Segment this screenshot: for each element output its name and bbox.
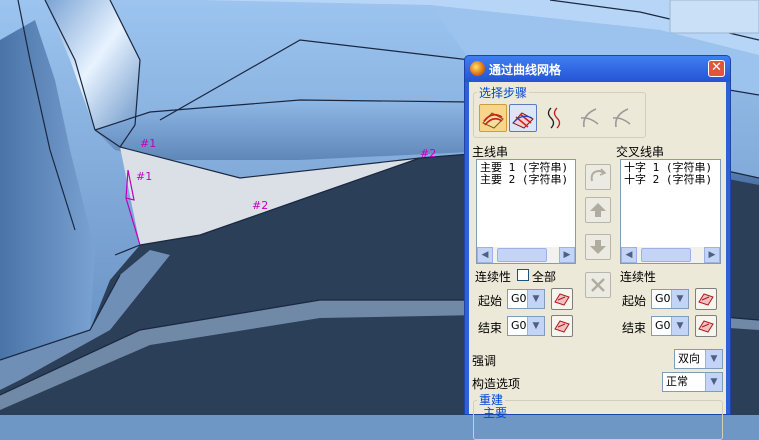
list-item[interactable]: 主要 2 (字符串)	[477, 174, 575, 186]
reverse-direction-button[interactable]	[585, 164, 611, 190]
scroll-right-icon[interactable]: ▶	[559, 247, 575, 263]
string-label-cross-2: #2	[252, 199, 268, 212]
delete-x-icon	[591, 278, 605, 292]
chevron-down-icon[interactable]: ▼	[527, 317, 544, 335]
primary-end-label: 结束	[478, 321, 503, 335]
chevron-down-icon[interactable]: ▼	[705, 373, 722, 391]
construction-options-label: 构造选项	[472, 377, 521, 391]
cross-start-value: G0	[655, 292, 671, 305]
primary-start-select[interactable]: G0 ▼	[507, 289, 545, 309]
primary-start-value: G0	[511, 292, 527, 305]
chevron-down-icon[interactable]: ▼	[705, 350, 722, 368]
spine-icon	[547, 107, 561, 129]
construction-options-select[interactable]: 正常 ▼	[662, 372, 723, 392]
list-item[interactable]: 十字 2 (字符串)	[621, 174, 720, 186]
first-face-step-button[interactable]	[575, 104, 603, 132]
cross-start-select[interactable]: G0 ▼	[651, 289, 689, 309]
rebuild-primary-label: 主要	[483, 406, 508, 420]
primary-end-value: G0	[511, 319, 527, 332]
through-curve-mesh-dialog: 通过曲线网格 ✕ 选择步骤 主线串 主要 1 (字符串) 主要 2 (字符串) …	[464, 55, 731, 440]
rotate-icon	[590, 168, 607, 182]
primary-strings-list[interactable]: 主要 1 (字符串) 主要 2 (字符串) ◀ ▶	[476, 159, 576, 264]
emphasis-value: 双向	[678, 352, 700, 365]
cross-end-value: G0	[655, 319, 671, 332]
spine-step-button[interactable]	[541, 104, 569, 132]
select-face-icon	[698, 293, 714, 306]
cross-list-hscrollbar[interactable]: ◀ ▶	[621, 247, 720, 263]
select-face-icon	[554, 293, 570, 306]
move-up-button[interactable]	[585, 197, 611, 223]
cross-strings-list[interactable]: 十字 1 (字符串) 十字 2 (字符串) ◀ ▶	[620, 159, 721, 264]
close-button[interactable]: ✕	[708, 60, 725, 77]
primary-curve-step-button[interactable]	[479, 104, 507, 132]
scroll-thumb[interactable]	[497, 248, 547, 262]
remove-button[interactable]	[585, 272, 611, 298]
dialog-body: 选择步骤 主线串 主要 1 (字符串) 主要 2 (字符串) ◀ ▶ 交叉线串 …	[469, 82, 726, 440]
dialog-title: 通过曲线网格	[489, 63, 562, 77]
chevron-down-icon[interactable]: ▼	[671, 290, 688, 308]
selection-steps-title: 选择步骤	[477, 84, 530, 101]
primary-start-face-button[interactable]	[551, 288, 573, 310]
select-face-icon	[698, 320, 714, 333]
chevron-down-icon[interactable]: ▼	[527, 290, 544, 308]
dialog-titlebar[interactable]: 通过曲线网格 ✕	[465, 56, 730, 82]
primary-curve-icon	[482, 112, 504, 129]
primary-end-face-button[interactable]	[551, 315, 573, 337]
cross-end-select[interactable]: G0 ▼	[651, 316, 689, 336]
cross-start-label: 起始	[622, 294, 647, 308]
cross-end-face-button[interactable]	[695, 315, 717, 337]
cross-start-face-button[interactable]	[695, 288, 717, 310]
all-checkbox[interactable]	[517, 269, 529, 281]
all-checkbox-label: 全部	[532, 270, 557, 284]
primary-list-hscrollbar[interactable]: ◀ ▶	[477, 247, 575, 263]
scroll-left-icon[interactable]: ◀	[477, 247, 493, 263]
cross-end-label: 结束	[622, 321, 647, 335]
primary-continuity-label: 连续性	[475, 270, 512, 284]
primary-end-select[interactable]: G0 ▼	[507, 316, 545, 336]
string-label-primary-2: #2	[420, 147, 436, 160]
string-label-cross-1: #1	[136, 170, 152, 183]
move-down-button[interactable]	[585, 234, 611, 260]
last-face-step-button[interactable]	[607, 104, 635, 132]
cross-continuity-label: 连续性	[620, 270, 657, 284]
construction-options-value: 正常	[666, 375, 688, 388]
face-constraint-icon	[580, 108, 599, 128]
cross-curve-step-button[interactable]	[509, 104, 537, 132]
arrow-up-icon	[590, 203, 606, 217]
chevron-down-icon[interactable]: ▼	[671, 317, 688, 335]
primary-start-label: 起始	[478, 294, 503, 308]
emphasis-select[interactable]: 双向 ▼	[674, 349, 723, 369]
scroll-right-icon[interactable]: ▶	[704, 247, 720, 263]
string-label-primary-1: #1	[140, 137, 156, 150]
primary-strings-label: 主线串	[472, 145, 509, 159]
app-logo-icon	[470, 61, 485, 76]
select-face-icon	[554, 320, 570, 333]
arrow-down-icon	[590, 240, 606, 254]
emphasis-label: 强调	[472, 354, 497, 368]
cross-curve-icon	[512, 112, 534, 129]
rebuild-group	[473, 400, 723, 440]
cross-strings-label: 交叉线串	[616, 145, 665, 159]
face-constraint-icon-2	[612, 108, 631, 128]
scroll-left-icon[interactable]: ◀	[621, 247, 637, 263]
scroll-thumb[interactable]	[641, 248, 691, 262]
